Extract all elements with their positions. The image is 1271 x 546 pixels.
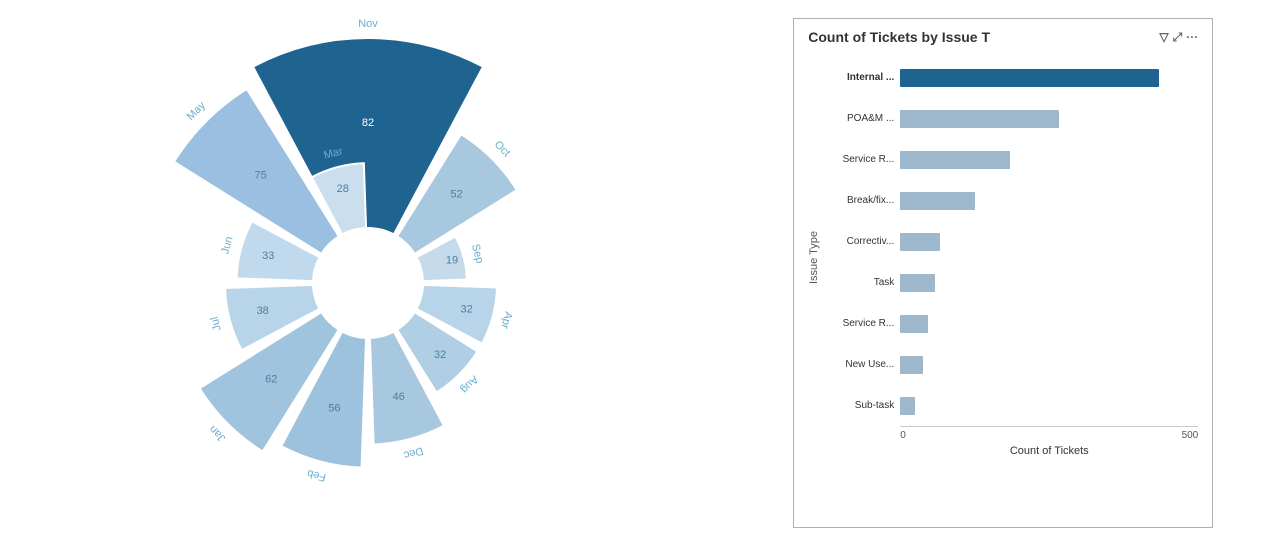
radial-value-label: 33 [262,250,274,262]
radial-month-label: Aug [458,373,480,395]
radial-value-label: 75 [254,170,266,182]
bar-fill [900,69,1158,87]
bar-track [900,69,1198,87]
bar-label: Sub-task [824,400,894,411]
bar-row: Sub-task [824,391,1198,421]
radial-value-label: 62 [265,374,277,386]
radial-value-label: 46 [392,391,404,403]
expand-icon[interactable]: ⤢ [1173,30,1183,45]
bar-chart: Issue Type Internal ... POA&M ... Service … [808,57,1198,457]
more-icon[interactable]: ··· [1186,30,1198,44]
bar-track [900,110,1198,128]
chart-title-area: Count of Tickets by Issue T ▽ ⤢ ··· [808,29,1198,45]
radial-center-circle [315,230,421,336]
bar-label: Task [824,277,894,288]
radial-value-label: 56 [328,402,340,414]
x-tick-0: 0 [900,430,906,441]
bar-label: Internal ... [824,72,894,83]
radial-month-label: Jan [207,423,228,444]
chart-icons: ▽ ⤢ ··· [1159,30,1198,45]
bar-track [900,274,1198,292]
radial-value-label: 52 [450,188,462,200]
bar-fill [900,233,940,251]
bar-fill [900,397,915,415]
radial-month-label: Jul [208,315,223,332]
bar-fill [900,315,927,333]
bar-chart-content: Internal ... POA&M ... Service R... Break/f… [824,57,1198,457]
filter-icon[interactable]: ▽ [1159,30,1168,44]
bar-track [900,233,1198,251]
bar-fill [900,110,1059,128]
bar-row: Correctiv... [824,227,1198,257]
bar-track [900,315,1198,333]
bar-chart-panel: Count of Tickets by Issue T ▽ ⤢ ··· Issu… [793,18,1213,528]
x-tick-500: 500 [1182,430,1199,441]
y-axis-label: Issue Type [808,231,820,284]
radial-month-label: Apr [498,310,514,330]
bar-fill [900,274,935,292]
bar-track [900,151,1198,169]
radial-chart-container: 82 Nov 52 Oct 19 Sep 32 Apr 32 Aug 46 Dec 56 Feb 62 Jan… [98,13,638,533]
bar-label: Break/fix... [824,195,894,206]
bar-label: Service R... [824,154,894,165]
x-axis-title: Count of Tickets [900,445,1198,457]
bar-label: New Use... [824,359,894,370]
bar-label: Correctiv... [824,236,894,247]
bar-row: New Use... [824,350,1198,380]
bar-track [900,192,1198,210]
bar-fill [900,192,975,210]
radial-month-label: Sep [469,243,486,265]
radial-value-label: 38 [256,305,268,317]
bar-row: POA&M ... [824,104,1198,134]
chart-title-text: Count of Tickets by Issue T [808,29,990,45]
radial-value-label: 32 [434,349,446,361]
x-axis-area: 0 500 Count of Tickets [900,426,1198,457]
bar-row: Service R... [824,309,1198,339]
bar-label: Service R... [824,318,894,329]
bar-fill [900,151,1009,169]
radial-month-label: Nov [358,18,378,30]
radial-value-label: 19 [446,254,458,266]
bar-label: POA&M ... [824,113,894,124]
radial-value-label: 32 [460,303,472,315]
bar-row: Internal ... [824,63,1198,93]
bar-row: Task [824,268,1198,298]
radial-month-label: May [184,99,208,123]
bar-track [900,397,1198,415]
bar-row: Service R... [824,145,1198,175]
radial-value-label: 28 [336,183,348,195]
radial-month-label: Dec [402,444,424,461]
bar-fill [900,356,922,374]
radial-month-label: Feb [306,467,327,484]
x-axis-ticks: 0 500 [900,426,1198,441]
radial-value-label: 82 [362,117,374,129]
radial-month-label: Jun [219,235,235,255]
bar-row: Break/fix... [824,186,1198,216]
radial-month-label: Oct [492,139,513,160]
bar-rows: Internal ... POA&M ... Service R... Break/f… [824,57,1198,426]
radial-svg: 82 Nov 52 Oct 19 Sep 32 Apr 32 Aug 46 Dec 56 Feb 62 Jan… [98,13,638,533]
radial-chart-panel: 82 Nov 52 Oct 19 Sep 32 Apr 32 Aug 46 Dec 56 Feb 62 Jan… [58,0,678,546]
bar-track [900,356,1198,374]
